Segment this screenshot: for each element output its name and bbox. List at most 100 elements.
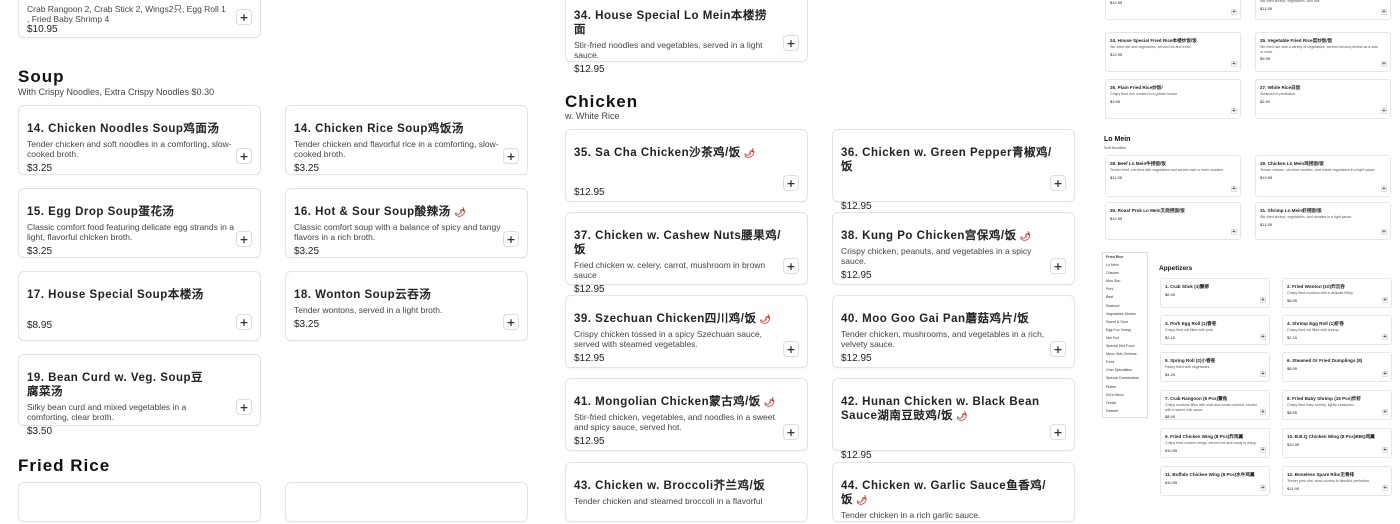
add-to-cart-button[interactable]: + bbox=[1382, 297, 1388, 303]
add-to-cart-button[interactable]: + bbox=[1050, 424, 1066, 440]
preview-item-card[interactable]: 1. Crab Stick (4)蟹柳 $6.95 + bbox=[1160, 278, 1270, 308]
add-to-cart-button[interactable]: + bbox=[1260, 409, 1266, 415]
menu-item-card[interactable]: 44. Chicken w. Garlic Sauce鱼香鸡/饭 🌶 Tender… bbox=[832, 462, 1075, 522]
add-to-cart-button[interactable]: + bbox=[1382, 447, 1388, 453]
add-to-cart-button[interactable]: + bbox=[503, 231, 519, 247]
preview-item-card[interactable]: 27. White Rice白饭 Steamed to perfection. $2… bbox=[1255, 79, 1391, 119]
menu-item-card[interactable]: 41. Mongolian Chicken蒙古鸡/饭 🌶 Stir-fried c… bbox=[565, 378, 808, 451]
category-nav-item[interactable]: Mei Fun bbox=[1103, 334, 1147, 342]
category-nav-item[interactable]: Fried Rice bbox=[1103, 253, 1147, 261]
category-nav-item[interactable]: Sweet & Sour bbox=[1103, 318, 1147, 326]
category-nav-item[interactable]: Egg Foo Young bbox=[1103, 326, 1147, 334]
preview-item-card[interactable]: $10.95 + bbox=[1105, 0, 1241, 20]
menu-item-card[interactable]: 42. Hunan Chicken w. Black Bean Sauce湖南豆… bbox=[832, 378, 1075, 461]
add-to-cart-button[interactable]: + bbox=[503, 148, 519, 164]
menu-item-card[interactable]: 14. Chicken Rice Soup鸡饭汤 Tender chicken … bbox=[285, 105, 528, 175]
category-nav-item[interactable]: Chicken bbox=[1103, 269, 1147, 277]
add-to-cart-button[interactable]: + bbox=[1382, 485, 1388, 491]
category-nav-item[interactable]: Special Combination Plates bbox=[1103, 374, 1147, 390]
category-nav-item[interactable]: Seafood bbox=[1103, 302, 1147, 310]
preview-item-card[interactable]: 11. Buffalo Chicken Wing (8 Pcs)水牛鸡翼 $10.… bbox=[1160, 466, 1270, 496]
add-to-cart-button[interactable]: + bbox=[783, 424, 799, 440]
menu-item-card[interactable] bbox=[18, 482, 261, 522]
menu-item-card[interactable]: 37. Chicken w. Cashew Nuts腰果鸡/饭 Fried chi… bbox=[565, 212, 808, 295]
add-to-cart-button[interactable]: + bbox=[1260, 334, 1266, 340]
preview-item-card[interactable]: 4. Shrimp Egg Roll (1)虾卷 Crispy fried rol… bbox=[1282, 315, 1392, 345]
preview-item-card[interactable]: 3. Pork Egg Roll (1)春卷 Crispy fried roll … bbox=[1160, 315, 1270, 345]
category-nav-item[interactable]: Moo Shu bbox=[1103, 277, 1147, 285]
menu-item-card[interactable]: 35. Sa Cha Chicken沙茶鸡/饭 🌶 $12.95 + bbox=[565, 129, 808, 202]
preview-item-card[interactable]: 12. Boneless Spare Ribs无骨排 Tender pork ri… bbox=[1282, 466, 1392, 496]
menu-item-card[interactable]: 39. Szechuan Chicken四川鸡/饭 🌶 Crispy chicke… bbox=[565, 295, 808, 368]
category-nav-item[interactable]: Drinks bbox=[1103, 399, 1147, 407]
category-nav-item[interactable]: Special Diet Food bbox=[1103, 342, 1147, 350]
menu-item-card[interactable]: 17. House Special Soup本楼汤 $8.95 + bbox=[18, 271, 261, 341]
add-to-cart-button[interactable]: + bbox=[1231, 108, 1237, 114]
add-to-cart-button[interactable]: + bbox=[236, 148, 252, 164]
add-to-cart-button[interactable]: + bbox=[1381, 108, 1387, 114]
category-nav-item[interactable]: Chef Specialties bbox=[1103, 366, 1147, 374]
preview-item-card[interactable]: 2. Fried Wonton (10)炸云吞 Crispy fried wont… bbox=[1282, 278, 1392, 308]
category-nav-item[interactable]: Dessert bbox=[1103, 407, 1147, 415]
menu-item-card[interactable]: Crab Rangoon 2, Crab Stick 2, Wings2只, E… bbox=[18, 0, 261, 38]
category-nav-item[interactable]: Pork bbox=[1103, 285, 1147, 293]
add-to-cart-button[interactable]: + bbox=[1260, 447, 1266, 453]
preview-item-card[interactable]: 8. Fried Baby Shrimp (15 Pcs)炸虾 Crispy fr… bbox=[1282, 390, 1392, 420]
menu-item-card[interactable]: 19. Bean Curd w. Veg. Soup豆腐菜汤 Silky bea… bbox=[18, 354, 261, 437]
add-to-cart-button[interactable]: + bbox=[1382, 334, 1388, 340]
add-to-cart-button[interactable]: + bbox=[783, 258, 799, 274]
menu-item-card[interactable]: 43. Chicken w. Broccoli芥兰鸡/饭 Tender chick… bbox=[565, 462, 808, 522]
preview-item-card[interactable]: 26. Plain Fried Rice炒饭/Crispy fried rice… bbox=[1105, 79, 1241, 119]
add-to-cart-button[interactable]: + bbox=[1260, 297, 1266, 303]
preview-item-card[interactable]: 5. Spring Roll (2)小春卷 Pastry filled with … bbox=[1160, 352, 1270, 382]
add-to-cart-button[interactable]: + bbox=[1381, 229, 1387, 235]
menu-item-card[interactable]: 18. Wonton Soup云吞汤 Tender wontons, serve… bbox=[285, 271, 528, 341]
preview-item-card[interactable]: 24. House Special Fried Rice本楼炒饭/饭 Stir-f… bbox=[1105, 32, 1241, 72]
add-to-cart-button[interactable]: + bbox=[1382, 371, 1388, 377]
preview-item-card[interactable]: 10. B.B.Q Chicken Wing (8 Pcs)BBQ鸡翼 $10.9… bbox=[1282, 428, 1392, 458]
add-to-cart-button[interactable]: + bbox=[503, 314, 519, 330]
category-nav-item[interactable]: Vegetables Dishes bbox=[1103, 310, 1147, 318]
preview-item-card[interactable]: 28. Beef Lo Mein牛捞面/饭 Tender beef, stir-f… bbox=[1105, 155, 1241, 197]
preview-item-card[interactable]: Stir-fried shrimp, vegetables, and rice $… bbox=[1255, 0, 1391, 20]
add-to-cart-button[interactable]: + bbox=[1050, 175, 1066, 191]
category-nav-item[interactable]: Kid's Menu bbox=[1103, 391, 1147, 399]
add-to-cart-button[interactable]: + bbox=[1231, 186, 1237, 192]
add-to-cart-button[interactable]: + bbox=[1260, 485, 1266, 491]
add-to-cart-button[interactable]: + bbox=[1381, 9, 1387, 15]
add-to-cart-button[interactable]: + bbox=[1050, 341, 1066, 357]
add-to-cart-button[interactable]: + bbox=[236, 9, 252, 25]
preview-item-card[interactable]: 6. Steamed Or Fried Dumplings (8) $8.95 + bbox=[1282, 352, 1392, 382]
add-to-cart-button[interactable]: + bbox=[1231, 61, 1237, 67]
add-to-cart-button[interactable]: + bbox=[783, 341, 799, 357]
add-to-cart-button[interactable]: + bbox=[1381, 61, 1387, 67]
menu-item-card[interactable]: 40. Moo Goo Gai Pan蘑菇鸡片/饭 Tender chicken,… bbox=[832, 295, 1075, 368]
add-to-cart-button[interactable]: + bbox=[1231, 9, 1237, 15]
preview-item-card[interactable]: 29. Chicken Lo Mein鸡捞面/饭 Tender chicken, … bbox=[1255, 155, 1391, 197]
menu-item-card[interactable]: 36. Chicken w. Green Pepper青椒鸡/饭 $12.95 + bbox=[832, 129, 1075, 212]
add-to-cart-button[interactable]: + bbox=[236, 231, 252, 247]
menu-item-card[interactable]: 14. Chicken Noodles Soup鸡面汤 Tender chick… bbox=[18, 105, 261, 175]
preview-item-card[interactable]: 7. Crab Rangoon (8 Pcs)蟹角 Crispy wontons … bbox=[1160, 390, 1270, 420]
preview-item-card[interactable]: 9. Fried Chicken Wing (8 Pcs)炸鸡翼 Crispy f… bbox=[1160, 428, 1270, 458]
add-to-cart-button[interactable]: + bbox=[783, 35, 799, 51]
add-to-cart-button[interactable]: + bbox=[1050, 258, 1066, 274]
preview-item-card[interactable]: 30. Roast Prok Lo Mein叉烧捞面/饭 $10.95 + bbox=[1105, 202, 1241, 240]
menu-item-card[interactable]: 34. House Special Lo Mein本楼捞面 Stir-fried… bbox=[565, 0, 808, 75]
add-to-cart-button[interactable]: + bbox=[783, 175, 799, 191]
add-to-cart-button[interactable]: + bbox=[1381, 186, 1387, 192]
category-nav-item[interactable]: Beef bbox=[1103, 293, 1147, 301]
menu-item-card[interactable]: 16. Hot & Sour Soup酸辣汤 🌶 Classic comfort… bbox=[285, 188, 528, 258]
preview-item-card[interactable]: 31. Shrimp Lo Mein虾捞面/饭 Stir-fried shrimp… bbox=[1255, 202, 1391, 240]
add-to-cart-button[interactable]: + bbox=[1231, 229, 1237, 235]
menu-item-card[interactable] bbox=[285, 482, 528, 522]
add-to-cart-button[interactable]: + bbox=[236, 314, 252, 330]
category-nav-item[interactable]: Lo Mein bbox=[1103, 261, 1147, 269]
menu-item-card[interactable]: 38. Kung Po Chicken宫保鸡/饭 🌶 Crispy chicken… bbox=[832, 212, 1075, 285]
category-nav-item[interactable]: Menu Sub-Chinese Food bbox=[1103, 350, 1147, 366]
menu-item-card[interactable]: 15. Egg Drop Soup蛋花汤 Classic comfort foo… bbox=[18, 188, 261, 258]
add-to-cart-button[interactable]: + bbox=[236, 399, 252, 415]
add-to-cart-button[interactable]: + bbox=[1382, 409, 1388, 415]
preview-item-card[interactable]: 25. Vegetable Fried Rice菜炒饭/饭 Stir-fried … bbox=[1255, 32, 1391, 72]
add-to-cart-button[interactable]: + bbox=[1260, 371, 1266, 377]
